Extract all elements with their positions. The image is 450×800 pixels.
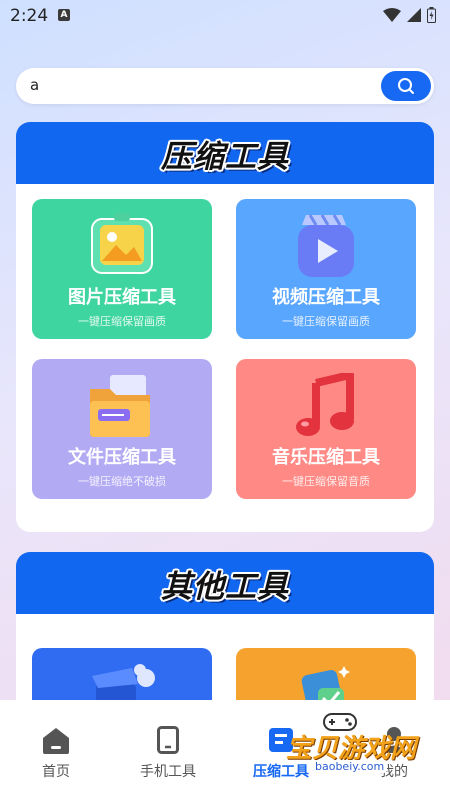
nav-item-home[interactable]: 首页 [0, 700, 112, 800]
search-button[interactable] [381, 71, 431, 101]
tile-title: 视频压缩工具 [272, 287, 380, 308]
music-compress-tile[interactable]: 音乐压缩工具 一键压缩保留音质 [236, 359, 416, 499]
status-time: 2:24 [10, 6, 49, 26]
tile-subtitle: 一键压缩保留画质 [282, 315, 370, 328]
tile-title: 图片压缩工具 [68, 287, 176, 308]
compress-tools-section: 压缩工具 图片压缩工具 一键压缩保留画质 视频压缩工具 一键压缩保留画质 文件压… [16, 122, 434, 532]
home-icon [43, 728, 69, 754]
tile-subtitle: 一键压缩保留画质 [78, 315, 166, 328]
nav-item-phone-tools[interactable]: 手机工具 [112, 700, 224, 800]
section-title: 其他工具 [161, 568, 289, 605]
phone-icon [157, 726, 179, 754]
section-title: 压缩工具 [161, 138, 289, 175]
battery-icon [427, 7, 436, 23]
section-header: 其他工具 [16, 552, 434, 614]
tile-title: 音乐压缩工具 [272, 447, 380, 468]
signal-icon [407, 8, 421, 22]
section-header: 压缩工具 [16, 122, 434, 184]
tile-title: 文件压缩工具 [68, 447, 176, 468]
video-icon [298, 214, 354, 277]
nav-label: 手机工具 [140, 764, 196, 780]
wifi-icon [383, 8, 401, 22]
image-compress-tile[interactable]: 图片压缩工具 一键压缩保留画质 [32, 199, 212, 339]
search-bar[interactable]: a [16, 68, 434, 104]
nav-label: 首页 [42, 764, 70, 780]
file-compress-tile[interactable]: 文件压缩工具 一键压缩绝不破损 [32, 359, 212, 499]
music-icon [296, 373, 354, 436]
watermark-logo: 宝贝游戏网 baobeiy.com [280, 710, 450, 790]
notification-icon: A [58, 9, 70, 21]
search-input[interactable]: a [30, 76, 39, 94]
image-icon [91, 213, 153, 274]
tile-subtitle: 一键压缩绝不破损 [78, 475, 166, 488]
watermark-url: baobeiy.com [312, 760, 388, 773]
folder-icon [90, 375, 150, 437]
tile-subtitle: 一键压缩保留音质 [282, 475, 370, 488]
status-bar: 2:24 A [0, 0, 450, 32]
other-tools-section: 其他工具 [16, 552, 434, 712]
system-icons [383, 7, 436, 23]
video-compress-tile[interactable]: 视频压缩工具 一键压缩保留画质 [236, 199, 416, 339]
search-icon [398, 78, 414, 94]
